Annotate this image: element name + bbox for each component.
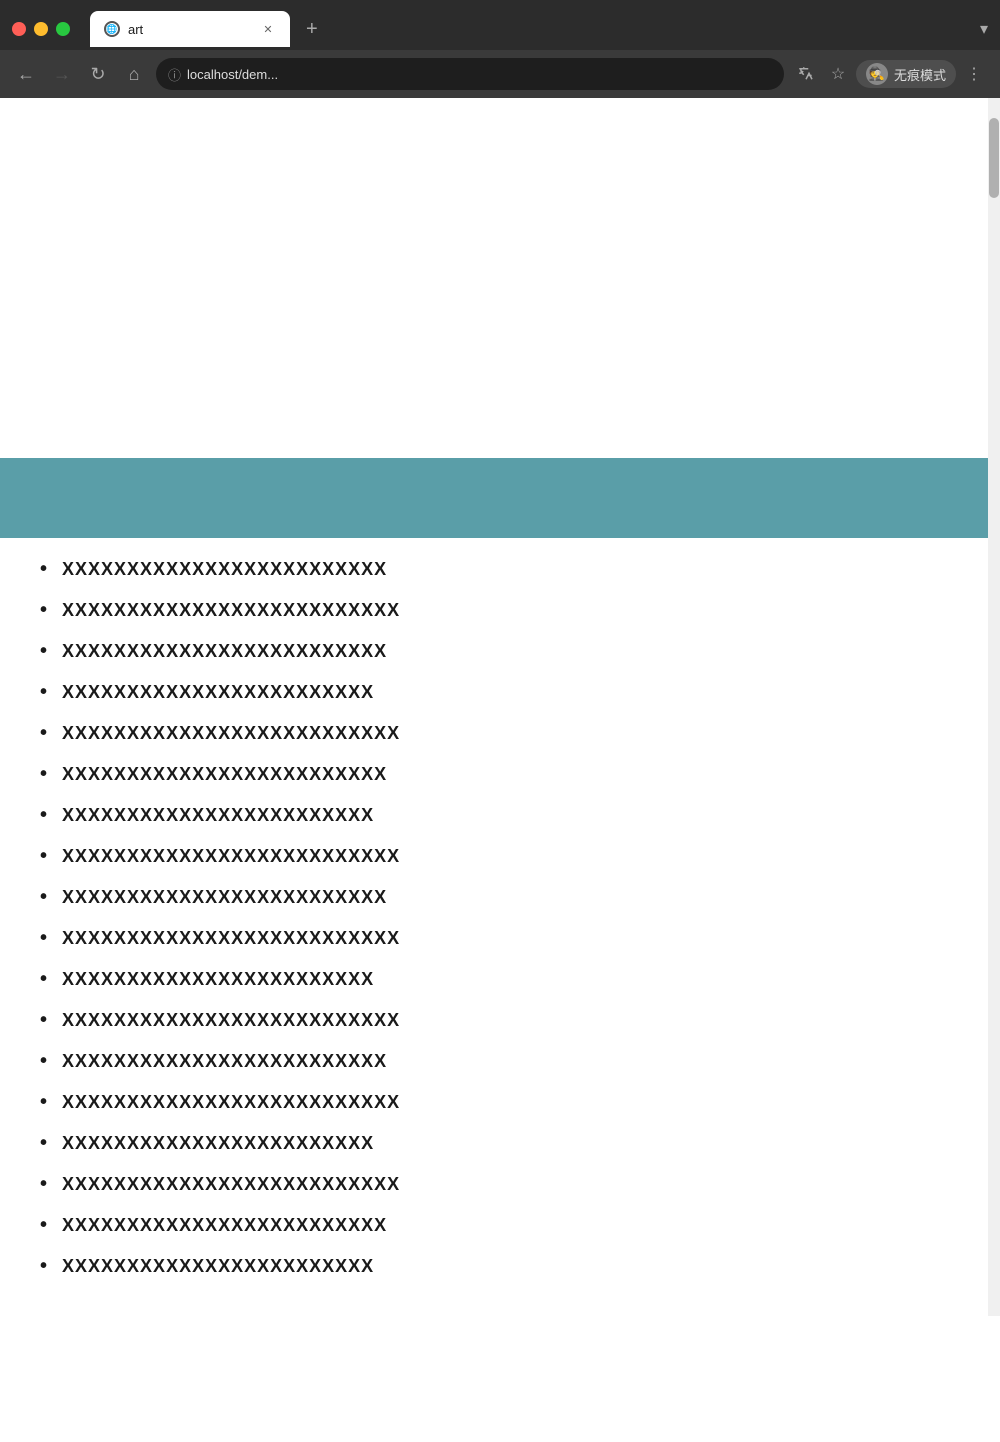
list-item-text: XXXXXXXXXXXXXXXXXXXXXXXX [62,682,374,703]
list-item: • XXXXXXXXXXXXXXXXXXXXXXXX [40,804,960,827]
tab-favicon-icon: 🌐 [104,21,120,37]
list-item-text: XXXXXXXXXXXXXXXXXXXXXXXXXX [62,723,400,744]
translate-button[interactable] [792,60,820,88]
teal-banner [0,458,1000,538]
more-menu-button[interactable]: ⋮ [960,60,988,88]
list-item-text: XXXXXXXXXXXXXXXXXXXXXXXXX [62,1051,387,1072]
list-item: • XXXXXXXXXXXXXXXXXXXXXXXXXX [40,927,960,950]
bullet-icon: • [40,1173,48,1196]
url-text: localhost/dem... [187,67,772,82]
list-item: • XXXXXXXXXXXXXXXXXXXXXXXXX [40,640,960,663]
address-bar[interactable]: ⓘ localhost/dem... [156,58,784,90]
bullet-icon: • [40,927,48,950]
bullet-icon: • [40,681,48,704]
incognito-label: 无痕模式 [894,65,946,84]
list-item: • XXXXXXXXXXXXXXXXXXXXXXXX [40,681,960,704]
incognito-icon: 🕵 [866,63,888,85]
list-item: • XXXXXXXXXXXXXXXXXXXXXXXXX [40,558,960,581]
list-item-text: XXXXXXXXXXXXXXXXXXXXXXXXXX [62,1010,400,1031]
list-item-text: XXXXXXXXXXXXXXXXXXXXXXXXX [62,887,387,908]
bullet-icon: • [40,722,48,745]
scrollbar-thumb[interactable] [989,118,999,198]
list-item-text: XXXXXXXXXXXXXXXXXXXXXXXXXX [62,1174,400,1195]
list-item-text: XXXXXXXXXXXXXXXXXXXXXXXXX [62,764,387,785]
list-item: • XXXXXXXXXXXXXXXXXXXXXXXX [40,968,960,991]
bullet-icon: • [40,640,48,663]
window-controls [12,22,70,36]
list-item-text: XXXXXXXXXXXXXXXXXXXXXXXXX [62,559,387,580]
list-item: • XXXXXXXXXXXXXXXXXXXXXXXXXX [40,845,960,868]
incognito-button[interactable]: 🕵 无痕模式 [856,60,956,88]
bookmark-button[interactable]: ☆ [824,60,852,88]
security-info-icon: ⓘ [168,65,181,84]
white-section [0,98,1000,458]
bullet-icon: • [40,1132,48,1155]
home-button[interactable]: ⌂ [120,60,148,88]
bullet-icon: • [40,1091,48,1114]
list-item: • XXXXXXXXXXXXXXXXXXXXXXXXXX [40,1009,960,1032]
list-item-text: XXXXXXXXXXXXXXXXXXXXXXXXXX [62,1092,400,1113]
list-item-text: XXXXXXXXXXXXXXXXXXXXXXXX [62,1133,374,1154]
back-button[interactable]: ← [12,60,40,88]
new-tab-button[interactable]: + [298,18,326,41]
list-item: • XXXXXXXXXXXXXXXXXXXXXXXXXX [40,599,960,622]
forward-button[interactable]: → [48,60,76,88]
maximize-window-button[interactable] [56,22,70,36]
bullet-icon: • [40,845,48,868]
list-item-text: XXXXXXXXXXXXXXXXXXXXXXXXXX [62,928,400,949]
tab-menu-button[interactable]: ▾ [980,19,988,39]
list-item-text: XXXXXXXXXXXXXXXXXXXXXXXXX [62,641,387,662]
list-item-text: XXXXXXXXXXXXXXXXXXXXXXXX [62,805,374,826]
list-item: • XXXXXXXXXXXXXXXXXXXXXXXXX [40,1050,960,1073]
list-item: • XXXXXXXXXXXXXXXXXXXXXXXXXX [40,1173,960,1196]
tab-bar: 🌐 art ✕ + ▾ [0,0,1000,50]
page-content: • XXXXXXXXXXXXXXXXXXXXXXXXX • XXXXXXXXXXXXX… [0,98,1000,1316]
list-item-text: XXXXXXXXXXXXXXXXXXXXXXXXXX [62,846,400,867]
active-tab[interactable]: 🌐 art ✕ [90,11,290,47]
tab-close-button[interactable]: ✕ [260,21,276,37]
toolbar-icons: ☆ 🕵 无痕模式 ⋮ [792,60,988,88]
address-bar-row: ← → ↻ ⌂ ⓘ localhost/dem... [0,50,1000,98]
scrollbar[interactable] [988,98,1000,1316]
bullet-icon: • [40,558,48,581]
list-item: • XXXXXXXXXXXXXXXXXXXXXXXXXX [40,1091,960,1114]
list-item: • XXXXXXXXXXXXXXXXXXXXXXXX [40,1255,960,1278]
list-item: • XXXXXXXXXXXXXXXXXXXXXXXXX [40,886,960,909]
bullet-icon: • [40,1050,48,1073]
list-item-text: XXXXXXXXXXXXXXXXXXXXXXXXXX [62,600,400,621]
list-item: • XXXXXXXXXXXXXXXXXXXXXXXXX [40,763,960,786]
bullet-icon: • [40,886,48,909]
browser-chrome: 🌐 art ✕ + ▾ ← → ↻ ⌂ ⓘ localhost/dem... [0,0,1000,98]
list-item: • XXXXXXXXXXXXXXXXXXXXXXXXX [40,1214,960,1237]
bullet-icon: • [40,1214,48,1237]
list-item-text: XXXXXXXXXXXXXXXXXXXXXXXXX [62,1215,387,1236]
close-window-button[interactable] [12,22,26,36]
bullet-icon: • [40,1255,48,1278]
minimize-window-button[interactable] [34,22,48,36]
bullet-icon: • [40,763,48,786]
bullet-icon: • [40,804,48,827]
browser-window: 🌐 art ✕ + ▾ ← → ↻ ⌂ ⓘ localhost/dem... [0,0,1000,1316]
list-item-text: XXXXXXXXXXXXXXXXXXXXXXXX [62,969,374,990]
bullet-icon: • [40,1009,48,1032]
bullet-icon: • [40,599,48,622]
list-section: • XXXXXXXXXXXXXXXXXXXXXXXXX • XXXXXXXXXXXXX… [0,538,1000,1316]
list-item: • XXXXXXXXXXXXXXXXXXXXXXXXXX [40,722,960,745]
tab-title: art [128,22,252,37]
list-item-text: XXXXXXXXXXXXXXXXXXXXXXXX [62,1256,374,1277]
bullet-icon: • [40,968,48,991]
reload-button[interactable]: ↻ [84,60,112,88]
list-item: • XXXXXXXXXXXXXXXXXXXXXXXX [40,1132,960,1155]
